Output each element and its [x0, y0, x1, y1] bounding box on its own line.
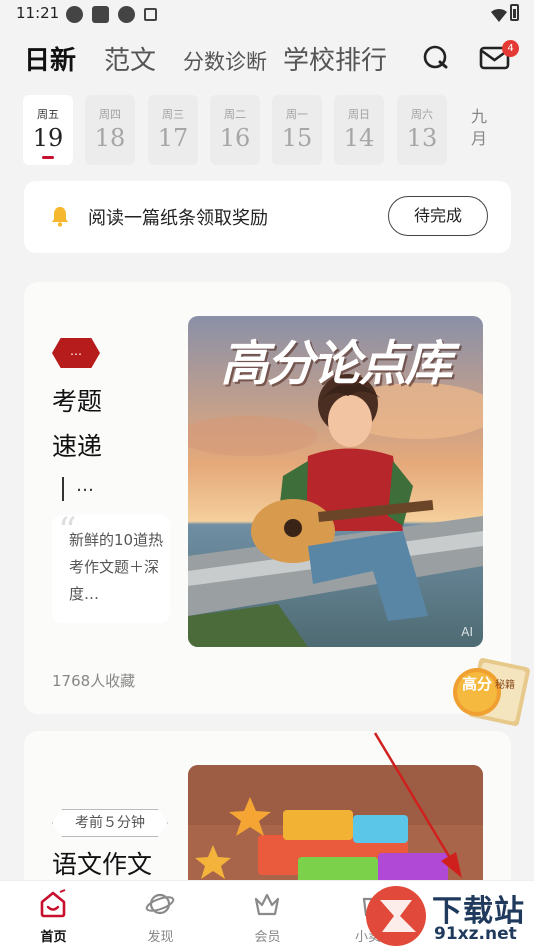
card-cover-image[interactable]: [188, 765, 483, 891]
card-cover-image[interactable]: 高分论点库 AI: [188, 316, 483, 647]
nav-membership[interactable]: 会员: [214, 881, 321, 950]
card-favorites-count: 1768人收藏: [52, 672, 136, 690]
date-active-indicator: [42, 156, 54, 159]
card-badge: …: [52, 338, 100, 368]
card-summary: “ 新鲜的10道热考作文题＋深度…: [52, 511, 170, 623]
date-weekday: 周三: [162, 108, 184, 121]
cover-title: 高分论点库: [220, 336, 452, 392]
ai-generated-mark: AI: [461, 625, 473, 639]
crown-icon: [254, 893, 280, 916]
search-icon[interactable]: [422, 44, 450, 72]
notification-icon: [66, 6, 83, 23]
wifi-icon: [491, 8, 507, 22]
reward-task-card[interactable]: 阅读一篇纸条领取奖励 待完成: [24, 181, 511, 253]
date-weekday: 周二: [224, 108, 246, 121]
date-weekday: 周一: [286, 108, 308, 121]
watermark-url: 91xz.net: [434, 924, 517, 944]
watermark-logo-icon: [366, 886, 426, 946]
nav-label: 发现: [147, 930, 174, 945]
article-card-exam-topics[interactable]: … 考题 速递 … “ 新鲜的10道热考作文题＋深度… 1768人收藏 高分论点…: [24, 282, 511, 714]
card-title-line1: 考题: [52, 387, 103, 416]
date-day: 17: [157, 124, 189, 152]
date-weekday: 周六: [411, 108, 433, 121]
nav-discover[interactable]: 发现: [107, 881, 214, 950]
date-day: 15: [281, 124, 313, 152]
app-notification-icon: [92, 6, 109, 23]
card-ellipsis: …: [76, 475, 96, 496]
sticker-text-main: 高分: [462, 675, 492, 693]
date-item-19[interactable]: 周五 19: [23, 95, 73, 165]
date-day: 19: [32, 124, 64, 152]
date-weekday: 周五: [37, 108, 59, 121]
date-item-18[interactable]: 周四 18: [85, 95, 135, 165]
tab-school-ranking[interactable]: 学校排行: [283, 40, 387, 77]
date-day: 14: [343, 124, 375, 152]
card-tag: 考前５分钟: [52, 809, 168, 837]
date-weekday: 周四: [99, 108, 121, 121]
card-title-line2: 速递: [52, 432, 103, 461]
task-text: 阅读一篇纸条领取奖励: [88, 208, 268, 229]
date-item-15[interactable]: 周一 15: [272, 95, 322, 165]
high-score-secret-sticker[interactable]: 高分 秘籍: [447, 650, 533, 730]
tab-score-diagnosis[interactable]: 分数诊断: [183, 46, 267, 76]
nav-label: 首页: [40, 930, 67, 945]
bell-icon: [52, 207, 68, 227]
book-icon: 高分 秘籍: [453, 657, 530, 727]
month-label[interactable]: 九月: [468, 106, 490, 150]
home-icon: [40, 889, 66, 918]
tab-fanwen[interactable]: 范文: [104, 40, 156, 77]
mail-badge: 4: [502, 40, 519, 57]
pending-button[interactable]: 待完成: [388, 196, 488, 236]
battery-icon: [510, 4, 519, 21]
date-item-14[interactable]: 周日 14: [334, 95, 384, 165]
site-watermark: 下载站 91xz.net: [360, 880, 534, 950]
article-card-chinese-essay[interactable]: 考前５分钟 语文作文: [24, 731, 511, 891]
date-day: 16: [219, 124, 251, 152]
date-day: 13: [406, 124, 438, 152]
notification-icon: [118, 6, 135, 23]
date-day: 18: [94, 124, 126, 152]
date-item-13[interactable]: 周六 13: [397, 95, 447, 165]
sticker-text-sub: 秘籍: [495, 678, 515, 691]
status-time: 11:21: [16, 4, 60, 22]
nav-home[interactable]: 首页: [0, 881, 107, 950]
card-divider: [62, 477, 64, 501]
tab-rixin[interactable]: 日新: [24, 40, 76, 77]
lego-blocks-illustration: [188, 765, 483, 891]
date-item-17[interactable]: 周三 17: [148, 95, 198, 165]
card-title: 语文作文: [52, 850, 153, 879]
planet-icon: [145, 893, 175, 915]
card-summary-text: 新鲜的10道热考作文题＋深度…: [69, 531, 164, 603]
status-bar: 11:21: [0, 0, 534, 30]
date-weekday: 周日: [348, 108, 370, 121]
date-item-16[interactable]: 周二 16: [210, 95, 260, 165]
nav-label: 会员: [254, 930, 281, 945]
app-notification-icon: [144, 8, 157, 21]
